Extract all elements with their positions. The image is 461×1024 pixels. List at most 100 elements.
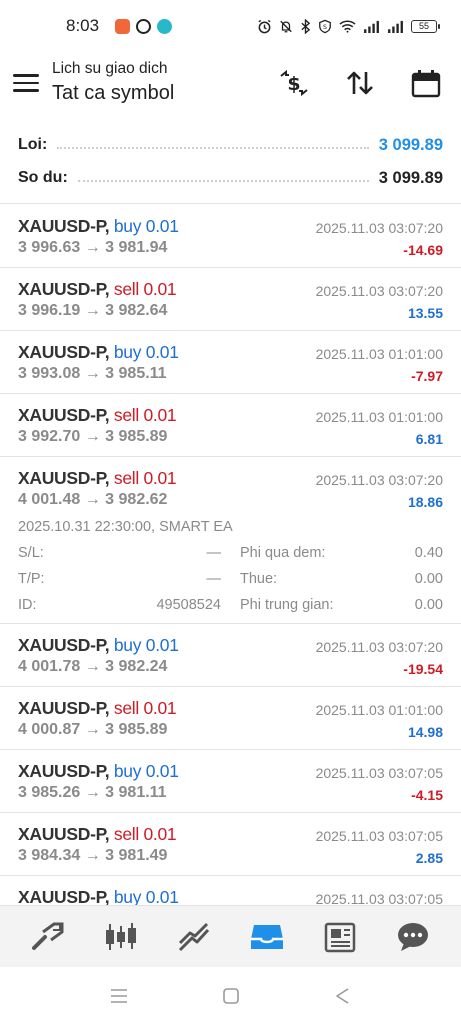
trade-symbol-line: XAUUSD-P, sell 0.01 — [18, 405, 177, 426]
profit-value: 3 099.89 — [378, 135, 443, 154]
nav-history[interactable] — [247, 917, 287, 957]
trade-row[interactable]: XAUUSD-P, sell 0.01 2025.11.03 03:07:05 … — [0, 813, 461, 876]
back-button[interactable] — [331, 984, 355, 1008]
trade-row-expanded[interactable]: XAUUSD-P, sell 0.01 2025.11.03 03:07:20 … — [0, 457, 461, 624]
trade-time: 2025.11.03 03:07:20 — [315, 220, 443, 236]
trade-row[interactable]: XAUUSD-P, buy 0.01 2025.11.03 01:01:00 3… — [0, 331, 461, 394]
trade-volume: 0.01 — [143, 279, 177, 299]
trade-row[interactable]: XAUUSD-P, buy 0.01 2025.11.03 03:07:20 3… — [0, 205, 461, 268]
trade-prices: 3 993.08 → 3 985.11 — [18, 365, 167, 382]
profit-label: Loi: — [18, 136, 48, 153]
mute-bell-icon — [279, 19, 293, 34]
trade-prices: 4 001.78 → 3 982.24 — [18, 658, 168, 675]
tp-value: — — [206, 571, 222, 587]
trade-pnl: 14.98 — [407, 724, 443, 740]
trade-symbol-line: XAUUSD-P, sell 0.01 — [18, 468, 177, 489]
status-bar: 8:03 S 55 — [0, 0, 461, 52]
trade-symbol-line: XAUUSD-P, buy 0.01 — [18, 216, 179, 237]
battery-icon: 55 — [411, 19, 440, 33]
trade-time: 2025.11.03 01:01:00 — [315, 702, 443, 718]
trade-direction: sell — [113, 824, 139, 844]
trade-icon — [179, 922, 210, 951]
tax-value: 0.00 — [414, 571, 443, 587]
tax-label: Thue: — [240, 571, 278, 587]
trade-prices: 3 996.63 → 3 981.94 — [18, 239, 168, 256]
tp-label: T/P: — [18, 571, 45, 587]
page-subtitle: Lich su giao dich — [52, 60, 168, 77]
trade-volume: 0.01 — [143, 824, 177, 844]
trade-symbol-line: XAUUSD-P, buy 0.01 — [18, 761, 179, 782]
trade-direction: sell — [113, 405, 139, 425]
wifi-icon — [339, 19, 356, 33]
trade-time: 2025.11.03 03:07:20 — [315, 472, 443, 488]
trade-volume: 0.01 — [145, 342, 179, 362]
menu-icon-bar — [13, 74, 39, 77]
id-label: ID: — [18, 597, 37, 613]
trade-pnl: 2.85 — [415, 850, 443, 866]
trade-volume: 0.01 — [143, 405, 177, 425]
trade-direction: sell — [113, 698, 139, 718]
trade-symbol-line: XAUUSD-P, sell 0.01 — [18, 279, 177, 300]
signal-1-icon — [363, 20, 380, 33]
bluetooth-icon — [300, 18, 311, 34]
trade-symbol: XAUUSD-P, — [18, 405, 110, 425]
trade-pnl: 13.55 — [407, 305, 443, 321]
currency-exchange-icon: $ — [280, 69, 308, 97]
nav-trade[interactable] — [174, 917, 214, 957]
trade-row[interactable]: XAUUSD-P, buy 0.01 2025.11.03 03:07:20 4… — [0, 624, 461, 687]
signal-2-icon — [387, 20, 404, 33]
trade-symbol-line: XAUUSD-P, sell 0.01 — [18, 698, 177, 719]
trade-symbol: XAUUSD-P, — [18, 468, 110, 488]
svg-text:$: $ — [287, 73, 300, 95]
home-button[interactable] — [219, 984, 243, 1008]
swap-label: Phi qua dem: — [240, 545, 326, 561]
news-icon — [324, 922, 355, 952]
notification-icons — [115, 18, 173, 34]
trade-time: 2025.11.03 01:01:00 — [315, 409, 443, 425]
trade-volume: 0.01 — [145, 216, 179, 236]
trade-symbol: XAUUSD-P, — [18, 216, 110, 236]
trade-direction: buy — [113, 342, 142, 362]
trade-pnl: -19.54 — [403, 661, 443, 677]
header-titles[interactable]: Lich su giao dich Tat ca symbol — [52, 60, 174, 105]
trade-row[interactable]: XAUUSD-P, sell 0.01 2025.11.03 01:01:00 … — [0, 687, 461, 750]
trade-volume: 0.01 — [145, 887, 179, 907]
trade-direction: buy — [113, 887, 142, 907]
trade-prices: 4 001.48 → 3 982.62 — [18, 491, 168, 508]
trade-time: 2025.11.03 03:07:20 — [315, 283, 443, 299]
bottom-navigation — [0, 905, 461, 967]
trade-time: 2025.11.03 03:07:20 — [315, 639, 443, 655]
back-icon — [335, 987, 348, 1004]
chart-icon — [106, 922, 137, 950]
nav-news[interactable] — [320, 917, 360, 957]
face-notification-icon — [136, 18, 152, 34]
sort-button[interactable] — [342, 66, 378, 100]
trade-row[interactable]: XAUUSD-P, sell 0.01 2025.11.03 01:01:00 … — [0, 394, 461, 457]
nav-messages[interactable] — [393, 917, 433, 957]
trade-volume: 0.01 — [143, 468, 177, 488]
trade-symbol-line: XAUUSD-P, buy 0.01 — [18, 635, 179, 656]
calendar-button[interactable] — [408, 66, 444, 100]
trade-time: 2025.11.03 01:01:00 — [315, 346, 443, 362]
commission-value: 0.00 — [414, 597, 443, 613]
sl-value: — — [206, 545, 222, 561]
nav-quotes[interactable] — [28, 917, 68, 957]
trade-direction: buy — [113, 635, 142, 655]
balance-value: 3 099.89 — [378, 168, 443, 187]
chat-notification-icon — [157, 18, 173, 34]
trade-time: 2025.11.03 03:07:05 — [315, 765, 443, 781]
trade-volume: 0.01 — [143, 698, 177, 718]
trade-history-list: XAUUSD-P, buy 0.01 2025.11.03 03:07:20 3… — [0, 205, 461, 939]
vpn-shield-icon: S — [318, 19, 332, 34]
recent-apps-button[interactable] — [107, 984, 131, 1008]
currency-filter-button[interactable]: $ — [276, 66, 312, 100]
trade-direction: buy — [113, 761, 142, 781]
trade-row[interactable]: XAUUSD-P, sell 0.01 2025.11.03 03:07:20 … — [0, 268, 461, 331]
trade-row[interactable]: XAUUSD-P, buy 0.01 2025.11.03 03:07:05 3… — [0, 750, 461, 813]
trade-symbol: XAUUSD-P, — [18, 279, 110, 299]
nav-chart[interactable] — [101, 917, 141, 957]
trade-direction: sell — [113, 279, 139, 299]
trade-volume: 0.01 — [145, 761, 179, 781]
menu-button[interactable] — [13, 72, 39, 94]
messages-icon — [397, 922, 428, 951]
